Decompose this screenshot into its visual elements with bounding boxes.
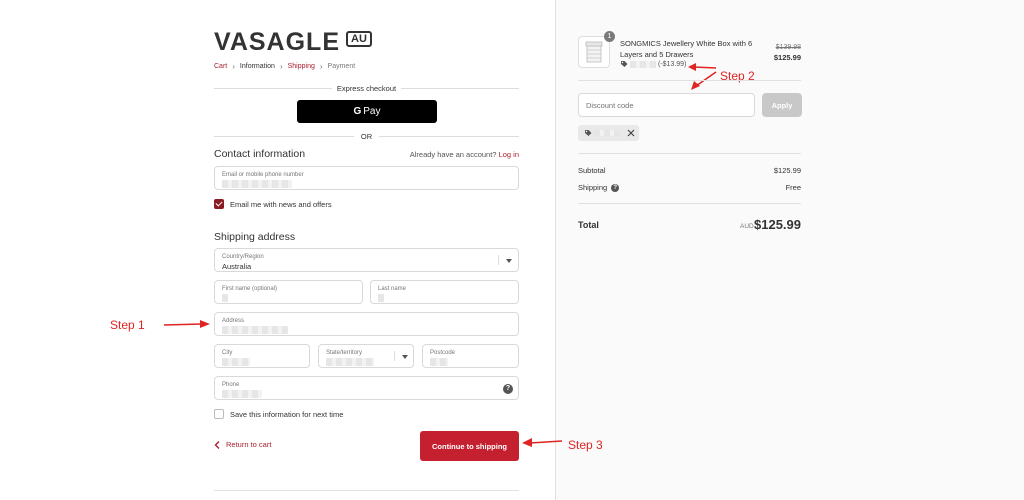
continue-to-shipping-button[interactable]: Continue to shipping <box>420 431 519 461</box>
state-select[interactable]: State/territory <box>318 344 414 368</box>
close-icon[interactable] <box>627 129 635 137</box>
save-info-label: Save this information for next time <box>230 410 344 419</box>
total-currency: AUD <box>740 223 754 230</box>
divider <box>498 255 499 265</box>
breadcrumb-information: Information <box>239 63 275 70</box>
applied-discount-chip <box>578 125 639 141</box>
help-icon[interactable]: ? <box>503 384 513 394</box>
divider <box>214 490 519 491</box>
email-field-label: Email or mobile phone number <box>222 172 304 178</box>
redacted-value <box>594 130 620 136</box>
google-pay-label: Pay <box>363 106 381 117</box>
brand-logo[interactable]: VASAGLE AU <box>214 28 372 57</box>
help-icon[interactable]: ? <box>611 183 620 192</box>
shipping-value: Free <box>785 183 801 192</box>
tag-icon <box>621 61 628 67</box>
last-name-label: Last name <box>378 286 407 292</box>
redacted-value <box>222 294 228 302</box>
express-checkout-header: Express checkout <box>214 81 519 95</box>
contact-title: Contact information <box>214 148 306 160</box>
subtotal-label: Subtotal <box>578 166 606 175</box>
jewellery-box-image <box>585 41 603 63</box>
breadcrumb: Cart › Information › Shipping › Payment <box>214 62 355 71</box>
return-to-cart-label: Return to cart <box>226 440 272 449</box>
subtotal-value: $125.99 <box>773 166 801 175</box>
first-name-field[interactable]: First name (optional) <box>214 280 363 304</box>
divider <box>578 80 801 81</box>
first-name-label: First name (optional) <box>222 286 278 292</box>
shipping-label: Shipping <box>578 183 608 192</box>
total-label: Total <box>578 220 599 230</box>
redacted-value <box>222 326 288 334</box>
newsletter-label: Email me with news and offers <box>230 200 332 209</box>
express-checkout-title: Express checkout <box>336 84 397 93</box>
account-prompt: Already have an account? <box>409 150 497 159</box>
postcode-label: Postcode <box>430 350 456 356</box>
breadcrumb-shipping[interactable]: Shipping <box>288 63 315 70</box>
redacted-value <box>222 180 292 188</box>
email-field[interactable]: Email or mobile phone number <box>214 166 519 190</box>
postcode-field[interactable]: Postcode <box>422 344 519 368</box>
arrow-right-icon <box>163 320 210 328</box>
product-name: SONGMICS Jewellery White Box with 6 Laye… <box>620 39 753 59</box>
account-hint: Already have an account? Log in <box>410 150 519 159</box>
apply-discount-button[interactable]: Apply <box>762 93 802 117</box>
return-to-cart-link[interactable]: Return to cart <box>214 440 271 449</box>
brand-name: VASAGLE <box>214 28 340 56</box>
chevron-down-icon <box>506 259 512 263</box>
shipping-row: Shipping ? <box>578 183 620 192</box>
chevron-right-icon: › <box>319 62 323 71</box>
original-price: $139.98 <box>775 44 801 51</box>
save-info-checkbox[interactable] <box>214 409 224 419</box>
chevron-right-icon: › <box>232 62 235 71</box>
redacted-value <box>630 60 656 68</box>
chevron-left-icon <box>214 440 220 449</box>
chevron-down-icon <box>402 355 408 359</box>
chevron-right-icon: › <box>279 62 283 71</box>
product-discount: (-$13.99) <box>620 60 686 68</box>
redacted-value <box>378 294 384 302</box>
country-label: Country/Region <box>222 254 264 260</box>
phone-field[interactable]: Phone ? <box>214 376 519 400</box>
phone-label: Phone <box>222 382 240 388</box>
redacted-value <box>222 390 262 398</box>
item-price: $125.99 <box>773 53 801 62</box>
product-discount-amount: (-$13.99) <box>658 60 687 68</box>
google-pay-button[interactable]: G Pay <box>297 100 437 123</box>
city-field[interactable]: City <box>214 344 310 368</box>
divider <box>394 351 395 361</box>
arrow-left-icon <box>522 438 563 447</box>
state-label: State/territory <box>326 350 363 356</box>
step1-annotation: Step 1 <box>110 318 145 332</box>
or-label: OR <box>360 132 373 141</box>
breadcrumb-payment: Payment <box>327 63 356 70</box>
region-badge: AU <box>346 30 372 47</box>
redacted-value <box>222 358 250 366</box>
divider <box>578 153 801 154</box>
shipping-address-title: Shipping address <box>214 231 296 243</box>
or-divider: OR <box>214 130 519 142</box>
address-label: Address <box>222 318 245 324</box>
discount-code-input[interactable] <box>578 93 755 117</box>
address-field[interactable]: Address <box>214 312 519 336</box>
step3-annotation: Step 3 <box>568 438 603 452</box>
newsletter-checkbox[interactable] <box>214 199 224 209</box>
redacted-value <box>326 358 374 366</box>
google-icon: G <box>353 106 362 117</box>
redacted-value <box>430 358 448 366</box>
login-link[interactable]: Log in <box>499 150 519 159</box>
total-value: $125.99 <box>754 217 801 232</box>
divider <box>578 203 801 204</box>
arrow-left-icon <box>688 63 717 90</box>
tag-icon <box>585 130 592 136</box>
city-label: City <box>222 350 233 356</box>
order-summary-panel <box>555 0 1024 500</box>
country-value: Australia <box>222 262 252 271</box>
last-name-field[interactable]: Last name <box>370 280 519 304</box>
quantity-badge: 1 <box>604 31 615 42</box>
country-select[interactable]: Country/Region Australia <box>214 248 519 272</box>
breadcrumb-cart[interactable]: Cart <box>214 63 227 70</box>
